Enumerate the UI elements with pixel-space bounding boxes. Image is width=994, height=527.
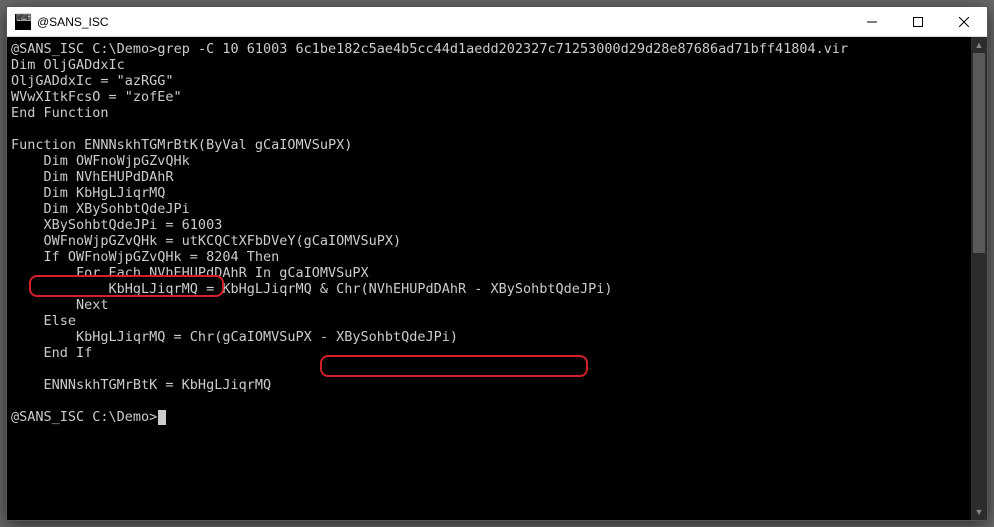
window-titlebar[interactable]: @SANS_ISC xyxy=(7,7,987,37)
minimize-button[interactable] xyxy=(849,7,895,37)
terminal-output[interactable]: @SANS_ISC C:\Demo>grep -C 10 61003 6c1be… xyxy=(7,37,971,520)
maximize-button[interactable] xyxy=(895,7,941,37)
output-line: Dim XBySohbtQdeJPi xyxy=(11,201,190,217)
output-line: Dim OljGADdxIc xyxy=(11,57,125,73)
output-line: Dim NVhEHUPdDAhR xyxy=(11,169,174,185)
scroll-down-arrow[interactable]: ▼ xyxy=(971,504,987,520)
output-line: OWFnoWjpGZvQHk = utKCQCtXFbDVeY(gCaIOMVS… xyxy=(11,233,401,249)
window-title: @SANS_ISC xyxy=(37,15,109,29)
minimize-icon xyxy=(867,17,877,27)
cursor xyxy=(158,410,166,425)
scroll-up-arrow[interactable]: ▲ xyxy=(971,37,987,53)
output-line: Dim OWFnoWjpGZvQHk xyxy=(11,153,190,169)
output-line: KbHgLJiqrMQ = Chr(gCaIOMVSuPX - XBySohbt… xyxy=(11,329,458,345)
output-line: Dim KbHgLJiqrMQ xyxy=(11,185,165,201)
close-button[interactable] xyxy=(941,7,987,37)
output-line: Next xyxy=(11,297,109,313)
close-icon xyxy=(959,17,969,27)
output-line: End Function xyxy=(11,105,109,121)
output-line: XBySohbtQdeJPi = 61003 xyxy=(11,217,222,233)
prompt-line-2: @SANS_ISC C:\Demo> xyxy=(11,409,157,425)
output-line: If OWFnoWjpGZvQHk = 8204 Then xyxy=(11,249,279,265)
output-line: End If xyxy=(11,345,92,361)
output-line: For Each NVhEHUPdDAhR In gCaIOMVSuPX xyxy=(11,265,369,281)
terminal-area: @SANS_ISC C:\Demo>grep -C 10 61003 6c1be… xyxy=(7,37,987,520)
vertical-scrollbar[interactable]: ▲ ▼ xyxy=(971,37,987,520)
maximize-icon xyxy=(913,17,923,27)
annotation-box-2 xyxy=(320,355,588,377)
output-line: OljGADdxIc = "azRGG" xyxy=(11,73,174,89)
prompt-line-1: @SANS_ISC C:\Demo>grep -C 10 61003 6c1be… xyxy=(11,41,848,57)
cmd-icon xyxy=(15,14,31,30)
output-line: Function ENNNskhTGMrBtK(ByVal gCaIOMVSuP… xyxy=(11,137,352,153)
output-line: Else xyxy=(11,313,76,329)
output-line: ENNNskhTGMrBtK = KbHgLJiqrMQ xyxy=(11,377,271,393)
output-line: WVwXItkFcsO = "zofEe" xyxy=(11,89,182,105)
output-line: KbHgLJiqrMQ = KbHgLJiqrMQ & Chr(NVhEHUPd… xyxy=(11,281,612,297)
scroll-thumb[interactable] xyxy=(973,53,985,253)
cmd-window: @SANS_ISC @SANS_ISC C:\Demo>grep -C 10 6… xyxy=(6,6,988,521)
